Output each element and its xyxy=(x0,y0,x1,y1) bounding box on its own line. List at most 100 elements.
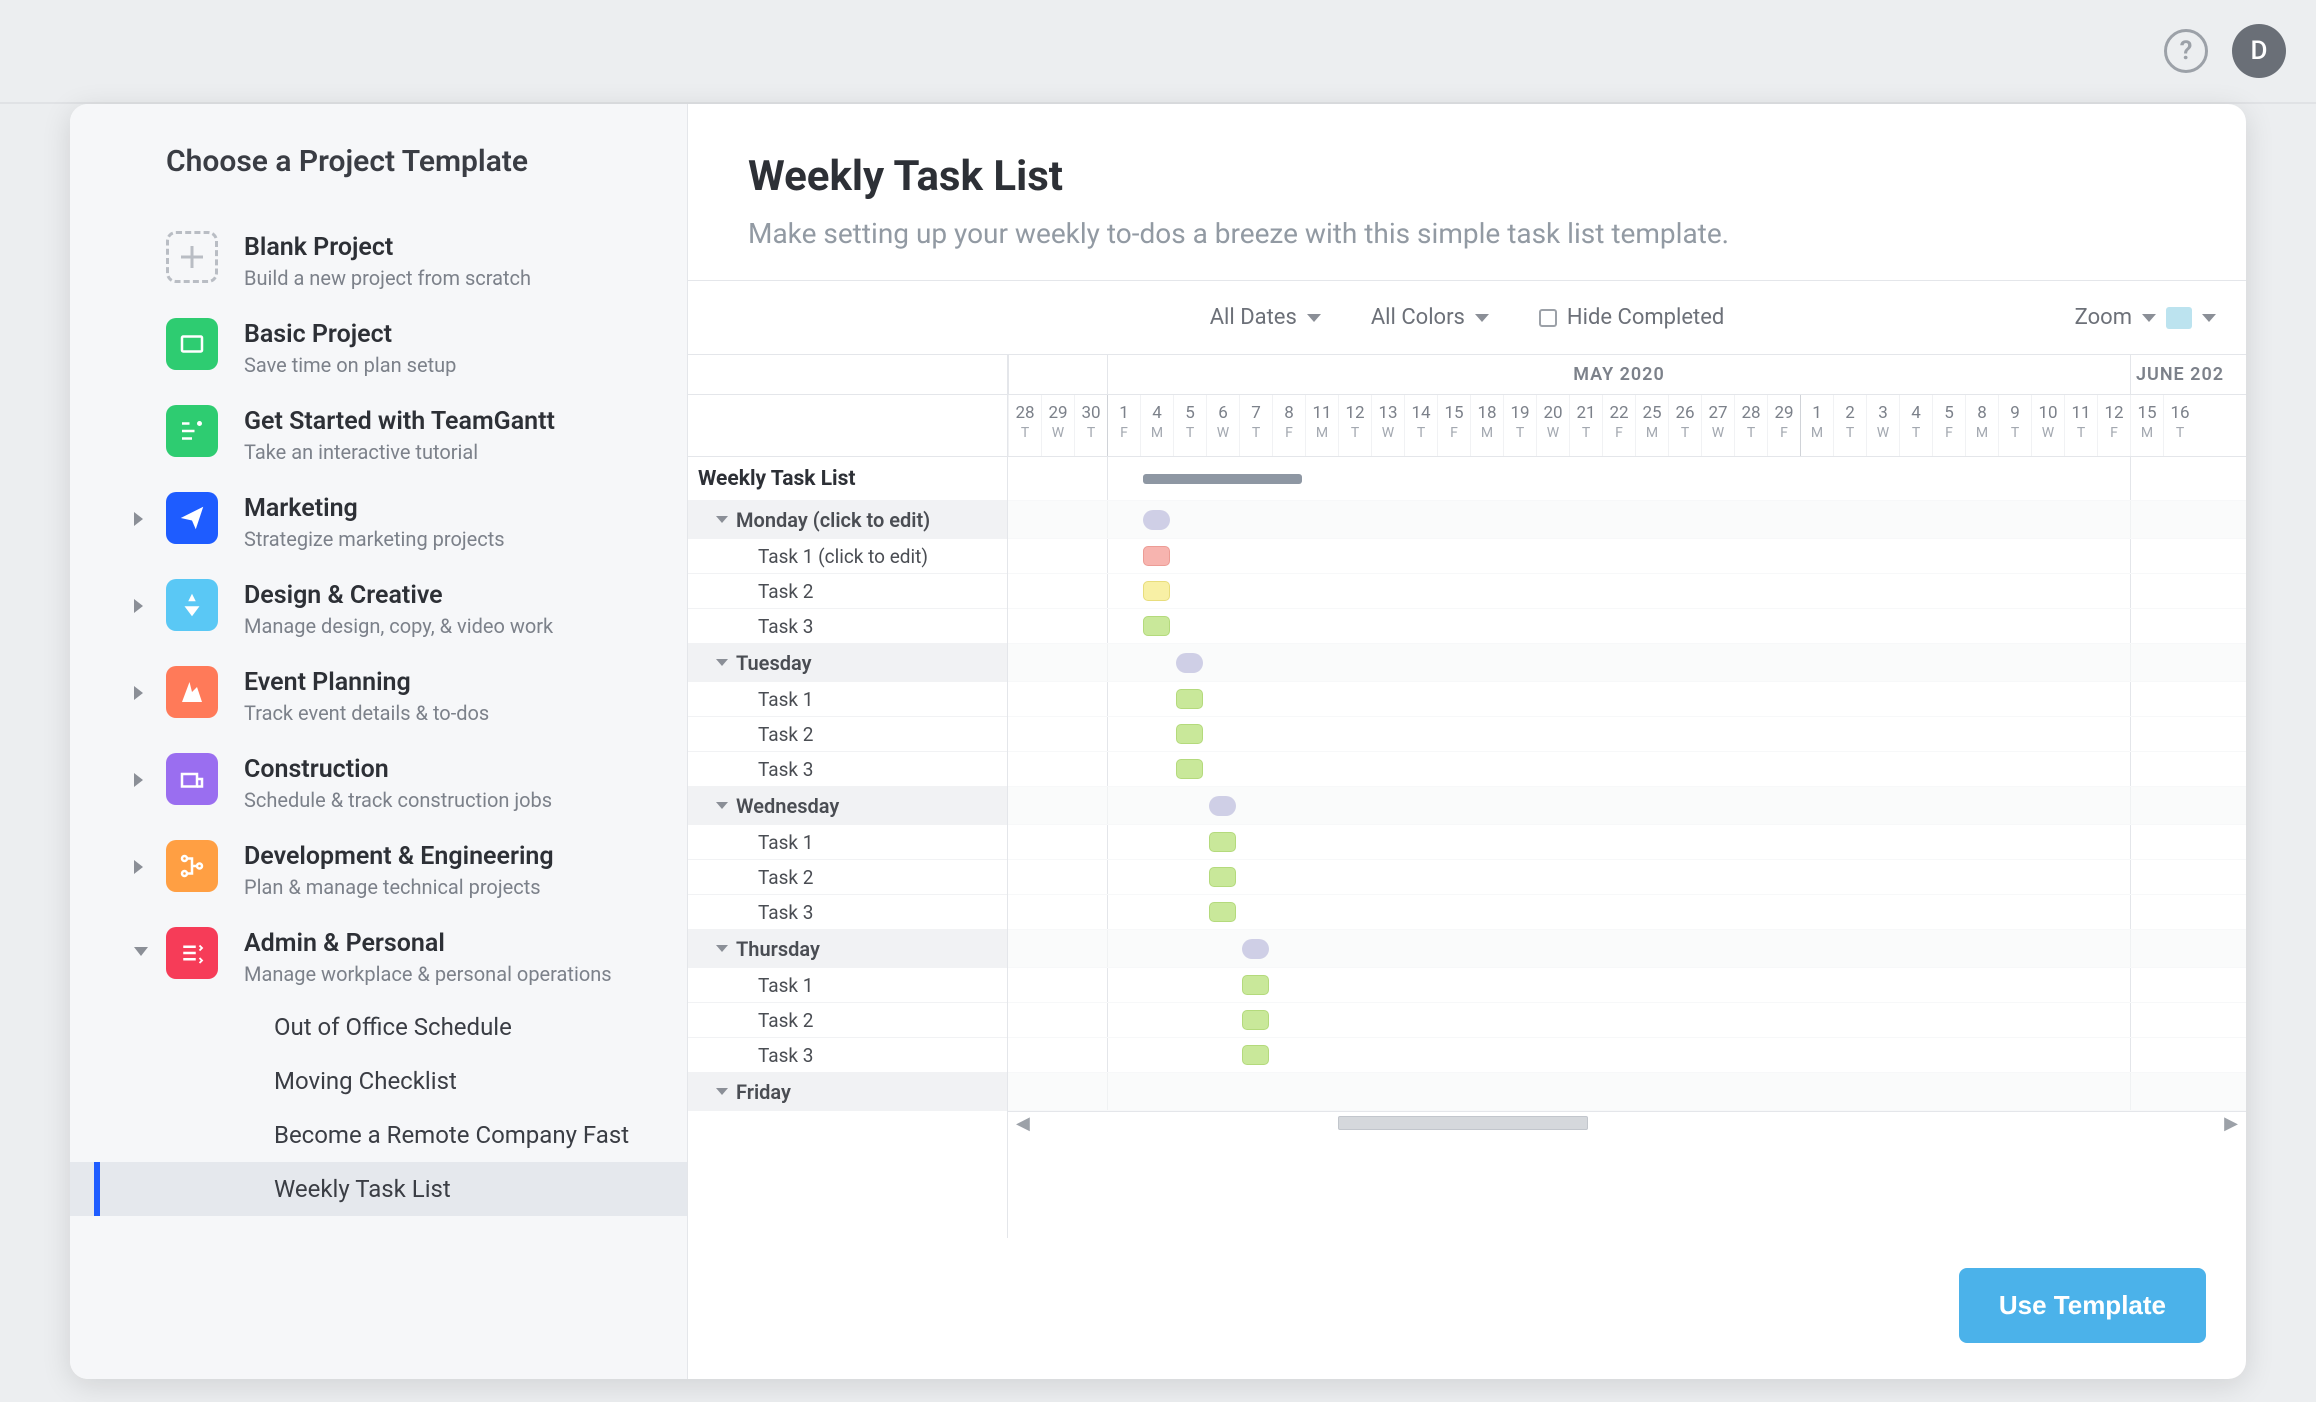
gantt-bar[interactable] xyxy=(1242,975,1269,995)
template-title: Weekly Task List xyxy=(748,152,2186,201)
timeline-day: 13W xyxy=(1371,395,1404,456)
gantt-row-label[interactable]: Task 1 xyxy=(688,682,1007,717)
sub-template-item[interactable]: Weekly Task List xyxy=(70,1162,687,1216)
horizontal-scrollbar[interactable]: ◀ ▶ xyxy=(1008,1111,2246,1135)
gantt-bar[interactable] xyxy=(1242,1010,1269,1030)
blank-icon xyxy=(166,231,218,283)
template-category-design[interactable]: Design & CreativeManage design, copy, & … xyxy=(70,565,687,652)
template-category-marketing[interactable]: MarketingStrategize marketing projects xyxy=(70,478,687,565)
dev-icon xyxy=(166,840,218,892)
scrollbar-thumb[interactable] xyxy=(1338,1116,1588,1130)
template-desc: Manage design, copy, & video work xyxy=(244,614,553,638)
gantt-bar[interactable] xyxy=(1143,546,1170,566)
template-name: Construction xyxy=(244,755,552,784)
sub-template-item[interactable]: Moving Checklist xyxy=(70,1054,687,1108)
gantt-row-label[interactable]: Task 2 xyxy=(688,1003,1007,1038)
gantt-bar[interactable] xyxy=(1209,832,1236,852)
template-desc: Strategize marketing projects xyxy=(244,527,505,551)
timeline-day: 3W xyxy=(1866,395,1899,456)
gantt-row xyxy=(1008,825,2246,860)
timeline-day: 10W xyxy=(2031,395,2064,456)
scroll-right-icon[interactable]: ▶ xyxy=(2224,1113,2238,1134)
gantt-row-label[interactable]: Task 3 xyxy=(688,752,1007,787)
gantt-row-label[interactable]: Task 1 (click to edit) xyxy=(688,539,1007,574)
chevron-down-icon xyxy=(2142,314,2156,322)
gantt-bar[interactable] xyxy=(1143,474,1302,484)
hide-completed-label: Hide Completed xyxy=(1567,305,1724,330)
gantt-bar[interactable] xyxy=(1209,796,1236,816)
event-icon xyxy=(166,666,218,718)
all-dates-filter[interactable]: All Dates xyxy=(1210,305,1321,330)
sub-template-item[interactable]: Out of Office Schedule xyxy=(70,1000,687,1054)
gantt-row-label[interactable]: Thursday xyxy=(688,930,1007,968)
template-desc: Manage workplace & personal operations xyxy=(244,962,612,986)
help-icon[interactable]: ? xyxy=(2164,29,2208,73)
template-name: Blank Project xyxy=(244,233,531,262)
gantt-row-label[interactable]: Weekly Task List xyxy=(688,457,1007,501)
gantt-row xyxy=(1008,787,2246,825)
gantt-timeline[interactable]: MAY 2020JUNE 202 28T29W30T1F4M5T6W7T8F11… xyxy=(1008,355,2246,1238)
sub-template-item[interactable]: Become a Remote Company Fast xyxy=(70,1108,687,1162)
caret-right-icon xyxy=(134,686,143,700)
timeline-day: 27W xyxy=(1701,395,1734,456)
getstarted-icon xyxy=(166,405,218,457)
gantt-row-label[interactable]: Task 3 xyxy=(688,895,1007,930)
gantt-bar[interactable] xyxy=(1209,902,1236,922)
template-name: Basic Project xyxy=(244,320,456,349)
timeline-day: 4M xyxy=(1140,395,1173,456)
gantt-row-label[interactable]: Task 2 xyxy=(688,717,1007,752)
scroll-left-icon[interactable]: ◀ xyxy=(1016,1113,1030,1134)
zoom-control[interactable]: Zoom xyxy=(2075,305,2216,330)
gantt-bar[interactable] xyxy=(1176,653,1203,673)
gantt-row-label[interactable]: Wednesday xyxy=(688,787,1007,825)
template-category-dev[interactable]: Development & EngineeringPlan & manage t… xyxy=(70,826,687,913)
gantt-row-label[interactable]: Task 3 xyxy=(688,609,1007,644)
template-category-getstarted[interactable]: Get Started with TeamGanttTake an intera… xyxy=(70,391,687,478)
timeline-day: 21T xyxy=(1569,395,1602,456)
gantt-row xyxy=(1008,1038,2246,1073)
gantt-bar[interactable] xyxy=(1176,759,1203,779)
template-desc: Take an interactive tutorial xyxy=(244,440,555,464)
gantt-bar[interactable] xyxy=(1209,867,1236,887)
timeline-day: 30T xyxy=(1074,395,1107,456)
timeline-day: 8M xyxy=(1965,395,1998,456)
gantt-row-label[interactable]: Friday xyxy=(688,1073,1007,1111)
template-desc: Build a new project from scratch xyxy=(244,266,531,290)
template-category-basic[interactable]: Basic ProjectSave time on plan setup xyxy=(70,304,687,391)
all-colors-filter[interactable]: All Colors xyxy=(1371,305,1489,330)
template-category-event[interactable]: Event PlanningTrack event details & to-d… xyxy=(70,652,687,739)
timeline-day: 20W xyxy=(1536,395,1569,456)
timeline-day: 5F xyxy=(1932,395,1965,456)
all-colors-label: All Colors xyxy=(1371,305,1465,330)
timeline-day: 19T xyxy=(1503,395,1536,456)
use-template-button[interactable]: Use Template xyxy=(1959,1268,2206,1343)
gantt-row-label[interactable]: Task 1 xyxy=(688,825,1007,860)
gantt-bar[interactable] xyxy=(1176,689,1203,709)
caret-right-icon xyxy=(134,512,143,526)
gantt-bar[interactable] xyxy=(1143,581,1170,601)
gantt-bar[interactable] xyxy=(1242,939,1269,959)
gantt-row-label[interactable]: Task 2 xyxy=(688,860,1007,895)
timeline-day: 15M xyxy=(2130,395,2163,456)
timeline-day: 12F xyxy=(2097,395,2130,456)
gantt-row-label[interactable]: Task 1 xyxy=(688,968,1007,1003)
template-name: Event Planning xyxy=(244,668,489,697)
timeline-day: 16T xyxy=(2163,395,2196,456)
main-header: Weekly Task List Make setting up your we… xyxy=(688,104,2246,280)
gantt-bar[interactable] xyxy=(1143,616,1170,636)
gantt-row-label[interactable]: Monday (click to edit) xyxy=(688,501,1007,539)
timeline-month xyxy=(1008,355,1107,394)
gantt-bar[interactable] xyxy=(1176,724,1203,744)
gantt-bar[interactable] xyxy=(1143,510,1170,530)
gantt-chart: Weekly Task ListMonday (click to edit)Ta… xyxy=(688,355,2246,1238)
avatar[interactable]: D xyxy=(2232,24,2286,78)
gantt-row-label[interactable]: Task 2 xyxy=(688,574,1007,609)
template-category-admin[interactable]: Admin & PersonalManage workplace & perso… xyxy=(70,913,687,1000)
template-category-construction[interactable]: ConstructionSchedule & track constructio… xyxy=(70,739,687,826)
gantt-bar[interactable] xyxy=(1242,1045,1269,1065)
gantt-row-label[interactable]: Tuesday xyxy=(688,644,1007,682)
hide-completed-toggle[interactable]: Hide Completed xyxy=(1539,305,1724,330)
gantt-row-label[interactable]: Task 3 xyxy=(688,1038,1007,1073)
template-category-blank[interactable]: Blank Project Build a new project from sc… xyxy=(70,217,687,304)
gantt-row xyxy=(1008,501,2246,539)
